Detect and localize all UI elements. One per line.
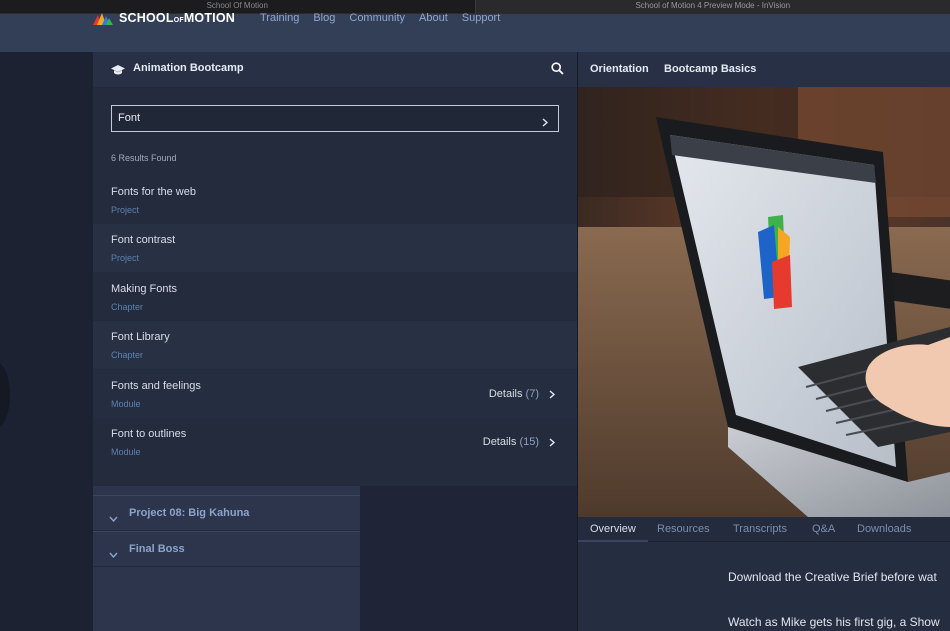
search-result[interactable]: Font Library Chapter [93, 321, 577, 369]
chevron-down-icon [109, 545, 118, 563]
main-nav: Training Blog Community About Support [260, 12, 500, 24]
nav-blog[interactable]: Blog [313, 12, 335, 24]
result-name: Font Library [111, 331, 170, 343]
lesson-tabs: Overview Resources Transcripts Q&A Downl… [578, 517, 950, 542]
section-item[interactable]: Final Boss [93, 531, 360, 567]
lesson-video-thumbnail[interactable] [578, 87, 950, 517]
details-label: Details (15) [482, 436, 539, 448]
search-icon[interactable] [551, 62, 564, 80]
chevron-right-icon [549, 437, 555, 447]
result-name: Making Fonts [111, 283, 178, 295]
browser-tab-active[interactable]: School of Motion 4 Preview Mode - InVisi… [474, 0, 950, 14]
details-label: Details (7) [488, 388, 539, 400]
result-name: Fonts for the web [111, 186, 196, 198]
result-type: Project [111, 253, 140, 263]
result-type: Module [111, 447, 141, 457]
search-result[interactable]: Making Fonts Chapter [93, 273, 577, 321]
chevron-down-icon [109, 509, 118, 527]
course-title: Animation Bootcamp [133, 62, 244, 74]
result-type: Module [111, 399, 141, 409]
result-type: Project [111, 205, 140, 215]
logo[interactable]: SCHOOLOFMOTION [93, 11, 235, 25]
section-label: Project 08: Big Kahuna [129, 507, 250, 519]
tab-resources[interactable]: Resources [657, 523, 710, 535]
result-name: Font contrast [111, 234, 176, 246]
tab-downloads[interactable]: Downloads [857, 523, 911, 535]
section-item[interactable]: Project 08: Big Kahuna [93, 495, 360, 531]
chevron-right-icon [549, 389, 555, 399]
logo-mark-icon [93, 12, 113, 25]
search-result[interactable]: Fonts for the web Project [93, 176, 577, 224]
tab-qa[interactable]: Q&A [812, 523, 835, 535]
left-gutter [0, 52, 93, 631]
logo-text: SCHOOLOFMOTION [119, 11, 236, 25]
tab-transcripts[interactable]: Transcripts [733, 523, 787, 535]
chevron-right-icon[interactable] [542, 114, 549, 132]
details-link[interactable]: Details (7) [489, 388, 555, 400]
results-count: 6 Results Found [111, 153, 177, 163]
result-type: Chapter [111, 350, 144, 360]
search-input-value: Font [118, 112, 141, 124]
breadcrumb-bootcamp-basics[interactable]: Bootcamp Basics [664, 63, 756, 75]
lesson-breadcrumb: Orientation Bootcamp Basics [578, 52, 950, 87]
nav-support[interactable]: Support [462, 12, 501, 24]
section-label: Final Boss [129, 543, 185, 555]
result-type: Chapter [111, 302, 144, 312]
graduation-cap-icon [111, 63, 125, 81]
tab-overview[interactable]: Overview [590, 523, 636, 535]
nav-training[interactable]: Training [260, 12, 299, 24]
search-result[interactable]: Font to outlines Module Details (15) [93, 418, 577, 466]
result-name: Font to outlines [111, 428, 187, 440]
details-link[interactable]: Details (15) [483, 436, 555, 448]
nav-community[interactable]: Community [349, 12, 405, 24]
section-list-gap [360, 486, 577, 631]
description-line: Watch as Mike gets his first gig, a Show [728, 615, 940, 629]
result-name: Fonts and feelings [111, 380, 201, 392]
course-header: Animation Bootcamp [93, 52, 577, 88]
search-input[interactable]: Font [111, 105, 559, 132]
lesson-description: Download the Creative Brief before wat W… [578, 542, 950, 631]
description-line: Download the Creative Brief before wat [728, 570, 937, 584]
search-result[interactable]: Fonts and feelings Module Details (7) [93, 370, 577, 418]
breadcrumb-orientation[interactable]: Orientation [590, 63, 649, 75]
search-result[interactable]: Font contrast Project [93, 224, 577, 272]
nav-about[interactable]: About [419, 12, 448, 24]
